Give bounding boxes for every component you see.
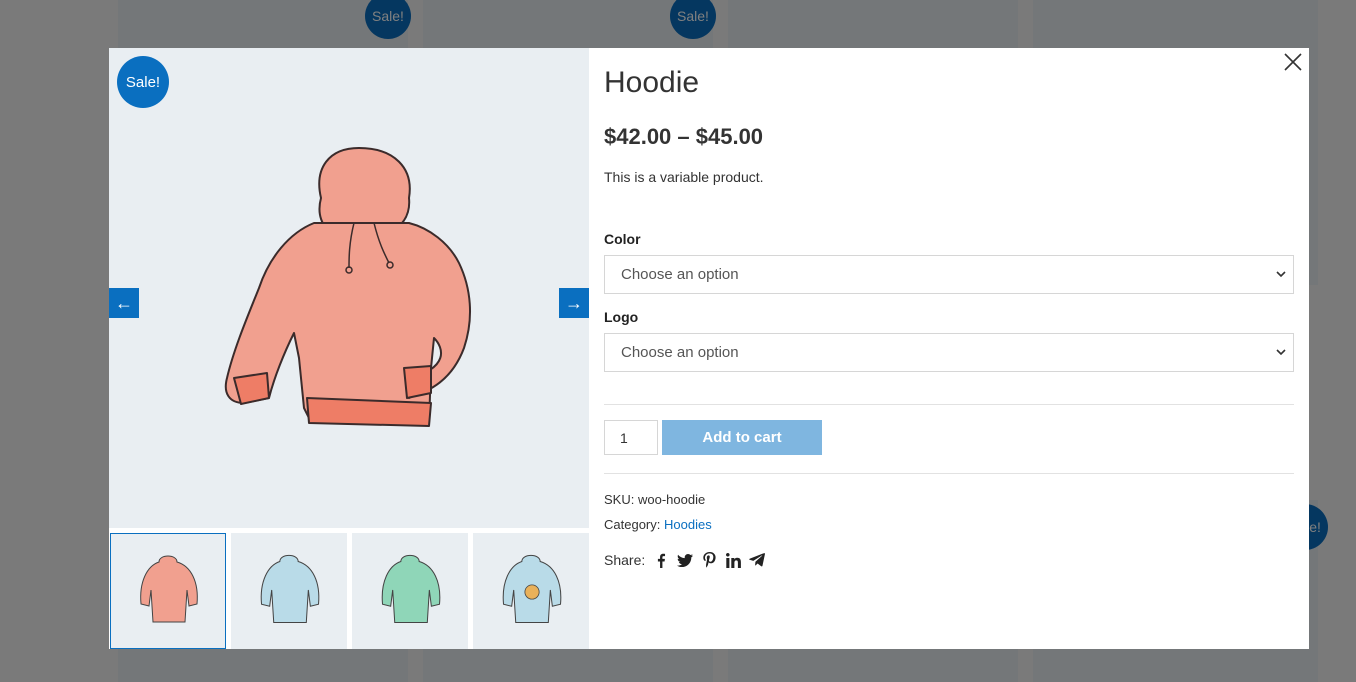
product-summary: Hoodie $42.00 – $45.00 This is a variabl… [604, 48, 1294, 649]
thumbnail-strip [109, 533, 589, 649]
logo-label: Logo [604, 309, 639, 325]
product-main-image[interactable]: Sale! ← → [109, 48, 589, 528]
divider [604, 473, 1294, 474]
hoodie-thumbnail-icon [381, 554, 441, 624]
divider [604, 404, 1294, 405]
product-description: This is a variable product. [604, 169, 764, 185]
thumbnail-hoodie-green[interactable] [352, 533, 468, 649]
hoodie-thumbnail-icon [502, 554, 562, 624]
telegram-icon[interactable] [749, 552, 766, 568]
color-select[interactable]: Choose an option [604, 255, 1294, 294]
thumbnail-hoodie-blue[interactable] [231, 533, 347, 649]
close-icon[interactable] [1283, 52, 1303, 72]
sku-value: woo-hoodie [637, 492, 706, 507]
category-label: Category: [604, 517, 661, 532]
hoodie-image [224, 147, 472, 427]
quick-view-modal: Sale! ← → Hoodie $42.00 – $45.00 This is… [109, 48, 1309, 649]
hoodie-thumbnail-icon [140, 555, 198, 623]
category-row: Category: Hoodies [604, 517, 712, 532]
share-label: Share: [604, 552, 646, 568]
chevron-down-icon [1276, 271, 1286, 278]
logo-select[interactable]: Choose an option [604, 333, 1294, 372]
color-select-value: Choose an option [621, 266, 739, 283]
quantity-input[interactable]: 1 [604, 420, 658, 455]
hoodie-thumbnail-icon [260, 554, 320, 624]
next-image-button[interactable]: → [559, 288, 589, 318]
logo-select-value: Choose an option [621, 344, 739, 361]
thumbnail-hoodie-logo[interactable] [473, 533, 589, 649]
sku-row: SKU: woo-hoodie [604, 492, 705, 507]
category-link[interactable]: Hoodies [664, 517, 712, 532]
facebook-icon[interactable] [653, 552, 669, 568]
previous-image-button[interactable]: ← [109, 288, 139, 318]
product-price: $42.00 – $45.00 [604, 124, 764, 149]
share-row: Share: [604, 552, 766, 568]
twitter-icon[interactable] [677, 552, 694, 568]
chevron-down-icon [1276, 349, 1286, 356]
linkedin-icon[interactable] [725, 552, 741, 568]
add-to-cart-button[interactable]: Add to cart [662, 420, 822, 455]
product-title: Hoodie [604, 66, 700, 99]
color-label: Color [604, 231, 641, 247]
thumbnail-hoodie-red[interactable] [110, 533, 226, 649]
sale-badge: Sale! [117, 56, 169, 108]
pinterest-icon[interactable] [701, 552, 717, 568]
sku-label: SKU: [604, 492, 635, 507]
product-gallery: Sale! ← → [109, 48, 589, 649]
